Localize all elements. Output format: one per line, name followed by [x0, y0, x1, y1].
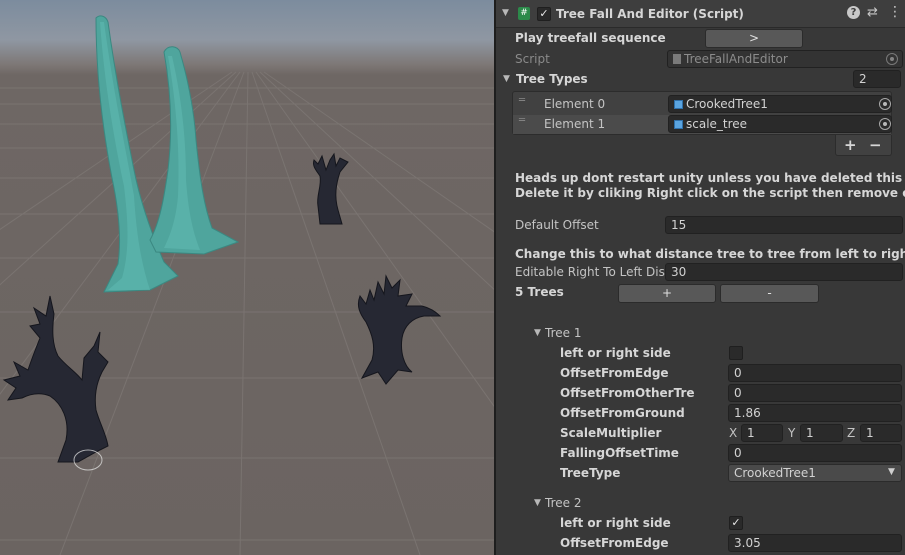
element-0-target-icon[interactable] [879, 98, 891, 110]
trees-count-label: 5 Trees [515, 285, 564, 299]
play-label: Play treefall sequence [515, 31, 666, 45]
tree-1-side-label: left or right side [560, 346, 671, 360]
tree-1-scale-label: ScaleMultiplier [560, 426, 662, 440]
tree-2-title[interactable]: Tree 2 [545, 496, 581, 510]
preset-icon[interactable]: ⇄ [867, 5, 878, 20]
help-icon[interactable]: ? [847, 6, 860, 19]
tree-1-type-label: TreeType [560, 466, 621, 480]
script-field[interactable]: TreeFallAndEditor [667, 50, 903, 68]
scene-view[interactable] [0, 0, 494, 555]
play-sequence-button[interactable]: > [705, 29, 803, 48]
element-1-field[interactable]: scale_tree [668, 115, 892, 133]
component-title: Tree Fall And Editor (Script) [556, 7, 744, 21]
tree-1-side-checkbox[interactable] [729, 346, 743, 360]
list-add-button[interactable]: + [844, 136, 857, 154]
tree-2-edge-label: OffsetFromEdge [560, 536, 669, 550]
inspector-panel: ▼ # ✓ Tree Fall And Editor (Script) ? ⇄ … [496, 0, 905, 555]
script-target-icon[interactable] [886, 53, 898, 65]
tree-types-foldout-icon[interactable]: ▼ [503, 74, 510, 84]
editable-distance-label: Editable Right To Left Dist [515, 265, 670, 279]
tree-1-foldout-icon[interactable]: ▼ [534, 328, 541, 338]
tree-1-fall-label: FallingOffsetTime [560, 446, 679, 460]
script-label: Script [515, 52, 550, 66]
script-hash-icon: # [518, 7, 530, 20]
element-1-value: scale_tree [686, 117, 748, 131]
tree-1-type-value: CrookedTree1 [734, 466, 816, 480]
add-tree-button[interactable]: + [618, 284, 716, 303]
tree-1-fall-field[interactable]: 0 [728, 444, 902, 462]
scale-x-label: X [729, 426, 738, 440]
component-header[interactable]: ▼ # ✓ Tree Fall And Editor (Script) ? ⇄ … [496, 0, 905, 28]
tree-2-side-label: left or right side [560, 516, 671, 530]
tree-1-scale-y-field[interactable]: 1 [800, 424, 843, 442]
list-remove-button[interactable]: − [869, 136, 882, 154]
element-1-target-icon[interactable] [879, 118, 891, 130]
foldout-arrow-icon[interactable]: ▼ [502, 8, 509, 18]
tree-types-size-field[interactable]: 2 [853, 70, 901, 88]
element-0-value: CrookedTree1 [686, 97, 768, 111]
drag-handle-icon[interactable]: ═ [519, 95, 525, 106]
component-enabled-checkbox[interactable]: ✓ [537, 7, 551, 21]
tree-2-edge-field[interactable]: 3.05 [728, 534, 902, 552]
warning-line-2: Delete it by cliking Right click on the … [515, 186, 905, 200]
drag-handle-icon[interactable]: ═ [519, 115, 525, 126]
scale-y-label: Y [788, 426, 796, 440]
tree-1-scale-x-field[interactable]: 1 [741, 424, 783, 442]
script-file-icon [673, 54, 681, 64]
tree-types-label: Tree Types [516, 72, 588, 86]
tree-1-ground-label: OffsetFromGround [560, 406, 685, 420]
element-1-label: Element 1 [544, 117, 606, 131]
distance-info-text: Change this to what distance tree to tre… [515, 247, 905, 261]
tree-1-other-field[interactable]: 0 [728, 384, 902, 402]
editable-distance-field[interactable]: 30 [665, 263, 903, 281]
tree-1-title[interactable]: Tree 1 [545, 326, 581, 340]
tree-2-side-checkbox[interactable]: ✓ [729, 516, 743, 530]
remove-tree-button[interactable]: - [720, 284, 819, 303]
scale-z-label: Z [847, 426, 856, 440]
prefab-icon [674, 120, 683, 129]
scene-canvas[interactable] [0, 0, 494, 555]
script-value: TreeFallAndEditor [684, 52, 788, 66]
tree-1-edge-label: OffsetFromEdge [560, 366, 669, 380]
chevron-down-icon: ▼ [888, 467, 895, 477]
default-offset-label: Default Offset [515, 218, 599, 232]
tree-1-other-label: OffsetFromOtherTre [560, 386, 695, 400]
more-options-icon[interactable]: ⋮ [888, 4, 902, 20]
tree-2-foldout-icon[interactable]: ▼ [534, 498, 541, 508]
dark-tree-large[interactable] [2, 295, 109, 463]
dark-tree-right[interactable] [357, 274, 442, 385]
default-offset-field[interactable]: 15 [665, 216, 903, 234]
warning-line-1: Heads up dont restart unity unless you h… [515, 171, 905, 185]
teal-tree-right[interactable] [149, 46, 240, 255]
tree-1-edge-field[interactable]: 0 [728, 364, 902, 382]
tree-1-ground-field[interactable]: 1.86 [728, 404, 902, 422]
element-0-label: Element 0 [544, 97, 606, 111]
prefab-icon [674, 100, 683, 109]
tree-1-type-dropdown[interactable]: CrookedTree1 [728, 464, 902, 482]
element-0-field[interactable]: CrookedTree1 [668, 95, 892, 113]
tree-1-scale-z-field[interactable]: 1 [860, 424, 902, 442]
